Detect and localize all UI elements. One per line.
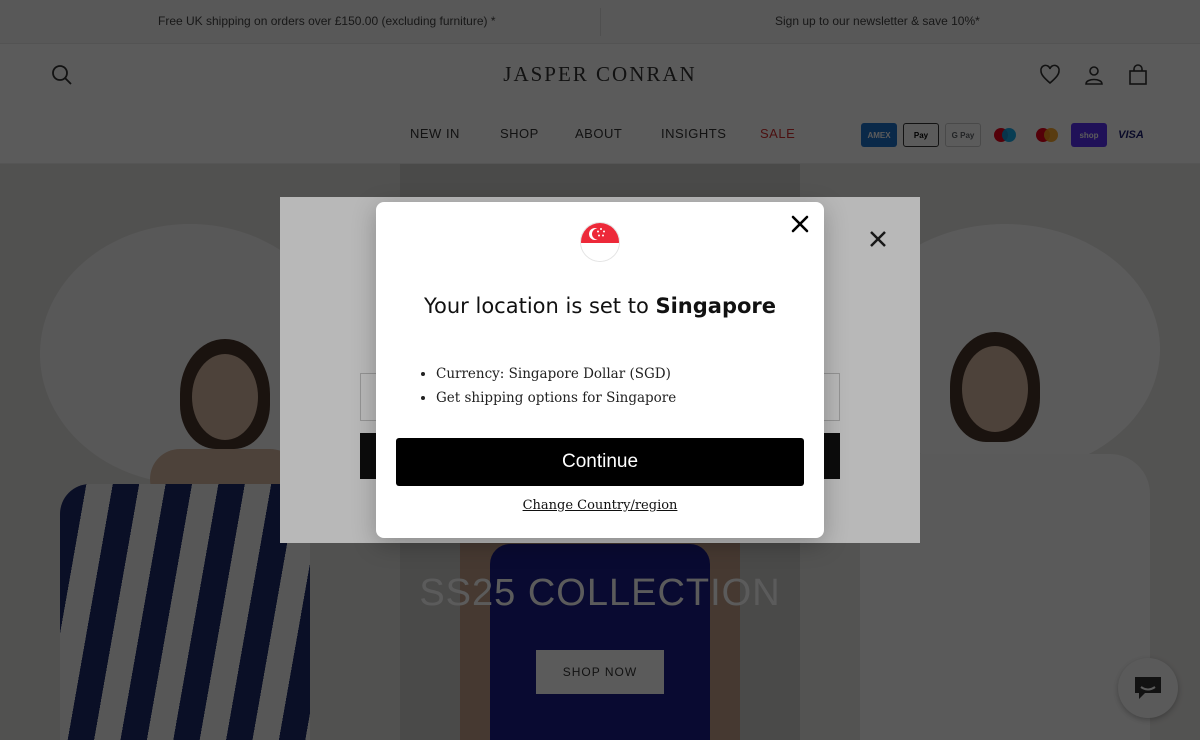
change-country-link[interactable]: Change Country/region [376,498,824,513]
shipping-info: Get shipping options for Singapore [436,386,796,410]
location-modal: Your location is set to Singapore Curren… [376,202,824,538]
close-icon[interactable] [788,212,812,236]
modal-title-country: Singapore [655,294,777,318]
modal-info-list: Currency: Singapore Dollar (SGD) Get shi… [436,362,796,410]
currency-info: Currency: Singapore Dollar (SGD) [436,362,796,386]
continue-button[interactable]: Continue [396,438,804,486]
modal-title-prefix: Your location is set to [423,294,656,318]
singapore-flag-icon [580,222,620,262]
modal-title: Your location is set to Singapore [376,294,824,318]
